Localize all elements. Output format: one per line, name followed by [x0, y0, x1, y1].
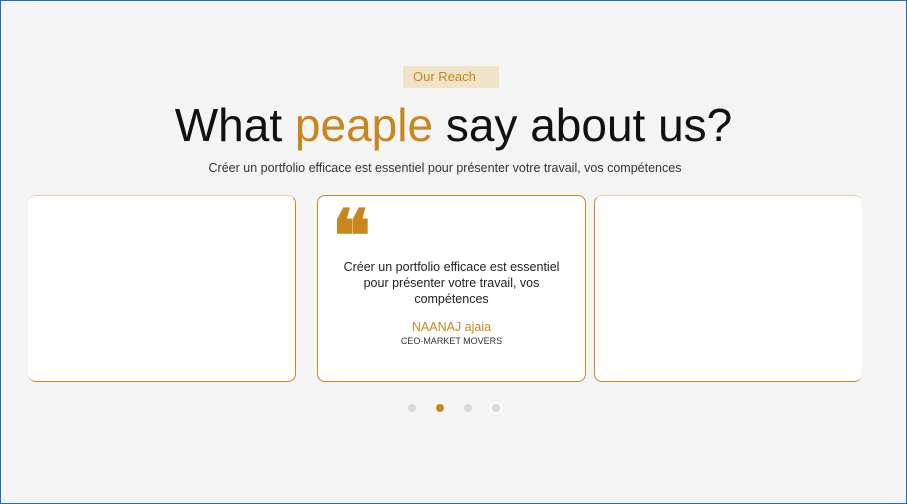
testimonial-role: CEO-MARKET MOVERS — [400, 336, 503, 346]
testimonial-card-active[interactable]: ❝ Créer un portfolio efficace est essent… — [317, 195, 586, 382]
title-accent-word: peaple — [294, 99, 434, 151]
testimonial-card-next[interactable] — [594, 195, 862, 382]
testimonial-text: Créer un portfolio efficace est essentie… — [343, 260, 560, 306]
section-title: What peaple say about us? — [0, 96, 907, 154]
section-badge: Our Reach — [403, 66, 499, 88]
carousel-dot[interactable] — [408, 404, 416, 412]
carousel-dot[interactable] — [492, 404, 500, 412]
testimonial-card-prev[interactable] — [28, 195, 296, 382]
carousel-dot-active[interactable] — [436, 404, 444, 412]
carousel-pagination — [408, 404, 500, 412]
testimonial-author: NAANAJ ajaia — [411, 320, 492, 334]
title-part-before: What — [174, 99, 295, 151]
title-part-after: say about us? — [433, 99, 733, 151]
section-subtitle: Créer un portfolio efficace est essentie… — [208, 161, 682, 175]
carousel-dot[interactable] — [464, 404, 472, 412]
